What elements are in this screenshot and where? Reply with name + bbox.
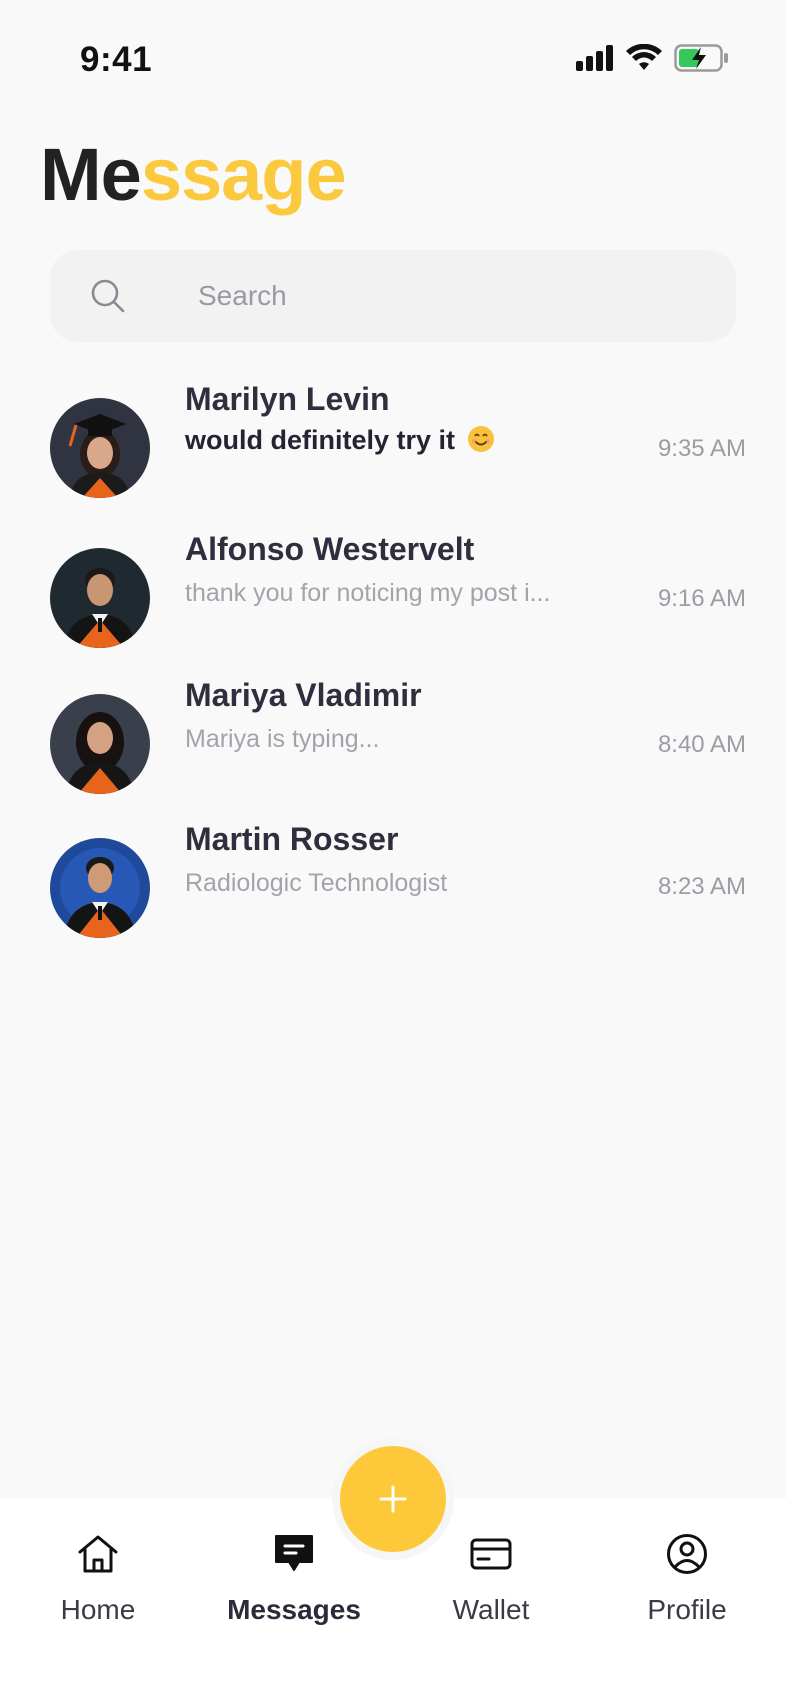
chat-name: Mariya Vladimir (185, 677, 422, 713)
status-time: 9:41 (80, 40, 153, 79)
cellular-signal-icon (576, 45, 614, 71)
chat-name: Alfonso Westervelt (185, 531, 475, 567)
user-circle-icon (665, 1532, 709, 1576)
wifi-icon (626, 44, 662, 72)
nav-label-messages: Messages (227, 1594, 361, 1625)
chat-preview: Radiologic Technologist (185, 869, 448, 897)
chat-time: 8:23 AM (657, 873, 746, 900)
chat-time: 8:40 AM (657, 731, 746, 758)
search-bar[interactable] (50, 250, 736, 342)
chat-name: Marilyn Levin (185, 381, 390, 417)
chat-time: 9:16 AM (657, 585, 746, 612)
avatar (50, 694, 150, 794)
chat-bubble-icon (272, 1532, 316, 1576)
chat-preview-text: would definitely try it (185, 425, 456, 455)
chat-time: 9:35 AM (657, 435, 746, 462)
chat-item-marilyn-levin[interactable]: Marilyn Levin would definitely try it 9:… (0, 381, 786, 515)
chat-name: Martin Rosser (185, 821, 399, 857)
status-icons (576, 44, 730, 72)
chat-item-martin-rosser[interactable]: Martin Rosser Radiologic Technologist 8:… (0, 821, 786, 955)
avatar (50, 548, 150, 648)
card-icon (469, 1532, 513, 1576)
chat-preview: would definitely try it (185, 425, 495, 460)
page-title-part2: ssage (140, 133, 347, 216)
nav-label-home: Home (60, 1594, 136, 1625)
search-input[interactable] (198, 250, 698, 342)
battery-charging-icon (674, 44, 730, 72)
chat-preview: Mariya is typing... (185, 725, 380, 753)
chat-preview: thank you for noticing my post i... (185, 579, 551, 607)
page-title: Message (40, 130, 347, 220)
avatar (50, 838, 150, 938)
avatar (50, 398, 150, 498)
nav-label-wallet: Wallet (452, 1594, 530, 1625)
search-icon (90, 278, 126, 319)
smiling-face-emoji-icon (467, 425, 495, 460)
chat-item-mariya-vladimir[interactable]: Mariya Vladimir Mariya is typing... 8:40… (0, 677, 786, 811)
chat-item-alfonso-westervelt[interactable]: Alfonso Westervelt thank you for noticin… (0, 531, 786, 665)
status-bar: 9:41 (0, 0, 786, 120)
home-icon (76, 1532, 120, 1576)
page-title-part1: Me (40, 133, 142, 216)
nav-item-profile[interactable]: Profile (607, 1498, 767, 1638)
nav-item-home[interactable]: Home (18, 1498, 178, 1638)
new-message-button[interactable] (340, 1446, 446, 1552)
nav-label-profile: Profile (647, 1594, 727, 1625)
